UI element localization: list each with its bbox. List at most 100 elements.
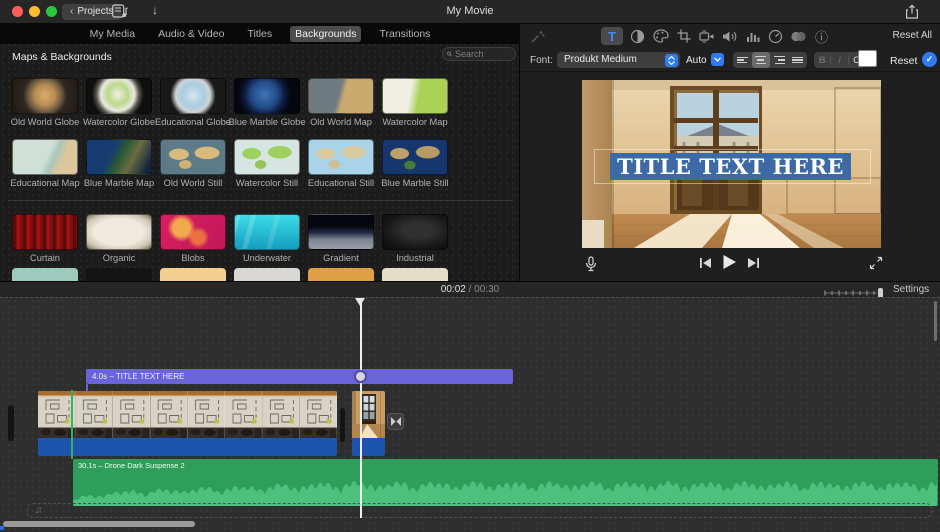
search-input[interactable]: [455, 49, 511, 59]
horizontal-scrollbar-thumb[interactable]: [3, 521, 195, 527]
search-field[interactable]: [442, 47, 516, 61]
title-settings-tab[interactable]: T: [601, 27, 623, 45]
thumb-old-world-map[interactable]: Old World Map: [308, 78, 374, 114]
tab-backgrounds[interactable]: Backgrounds: [290, 26, 361, 42]
title-clip-playhead-dot[interactable]: [356, 372, 365, 381]
vertical-scrollbar-thumb[interactable]: [934, 301, 937, 341]
info-icon[interactable]: ⓘ: [813, 28, 830, 45]
font-family-select[interactable]: Produkt Medium: [557, 52, 680, 68]
thumb-educational-map[interactable]: Educational Map: [12, 139, 78, 175]
video-clip-2-audio-bar[interactable]: [352, 438, 385, 456]
speed-icon[interactable]: [767, 28, 784, 45]
thumb-blue-marble-globe[interactable]: Blue Marble Globe: [234, 78, 300, 114]
background-music-well[interactable]: ♫: [27, 503, 932, 518]
stabilization-icon[interactable]: [698, 28, 715, 45]
thumb-watercolor-still[interactable]: Watercolor Still: [234, 139, 300, 175]
tab-titles[interactable]: Titles: [242, 26, 277, 42]
thumbnail-partial[interactable]: [86, 268, 152, 281]
thumb-blue-marble-map[interactable]: Blue Marble Map: [86, 139, 152, 175]
thumbnail-image[interactable]: [86, 78, 152, 114]
thumbnail-image[interactable]: [12, 139, 78, 175]
thumb-organic[interactable]: Organic: [86, 214, 152, 250]
playhead[interactable]: [360, 298, 362, 518]
tab-transitions[interactable]: Transitions: [374, 26, 435, 42]
thumb-gradient[interactable]: Gradient: [308, 214, 374, 250]
text-color-swatch[interactable]: [858, 50, 877, 67]
thumb-watercolor-globe[interactable]: Watercolor Globe: [86, 78, 152, 114]
thumbnail-image[interactable]: [382, 139, 448, 175]
clip-trim-handle[interactable]: [340, 408, 345, 442]
thumbnail-partial[interactable]: [234, 268, 300, 281]
equalizer-icon[interactable]: [744, 28, 761, 45]
thumbnail-image[interactable]: [160, 214, 226, 250]
video-clip-2-thumbnail[interactable]: [352, 391, 385, 438]
thumbnail-image[interactable]: [234, 78, 300, 114]
thumbnail-image[interactable]: [308, 214, 374, 250]
noise-reduction-icon[interactable]: [790, 28, 807, 45]
playback-bar: [521, 248, 940, 281]
clip-trim-handle[interactable]: [8, 405, 14, 441]
thumbnail-partial[interactable]: [382, 268, 448, 281]
color-palette-icon[interactable]: [652, 28, 669, 45]
crop-icon[interactable]: [675, 28, 692, 45]
tab-audio-video[interactable]: Audio & Video: [153, 26, 229, 42]
thumbnail-image[interactable]: [86, 214, 152, 250]
apply-checkmark-button[interactable]: ✓: [922, 52, 937, 67]
thumb-old-world-still[interactable]: Old World Still: [160, 139, 226, 175]
background-music-clip[interactable]: 30.1s – Drone Dark Suspense 2: [73, 459, 938, 506]
timeline-settings-button[interactable]: Settings: [893, 284, 929, 295]
play-icon[interactable]: [722, 254, 737, 275]
fullscreen-icon[interactable]: [869, 256, 883, 275]
thumbnail-image[interactable]: [382, 214, 448, 250]
volume-icon[interactable]: [721, 28, 738, 45]
thumbnail-partial[interactable]: [12, 268, 78, 281]
title-clip[interactable]: 4.0s – TITLE TEXT HERE: [86, 369, 513, 384]
thumbnail-image[interactable]: [308, 78, 374, 114]
thumb-old-world-globe[interactable]: Old World Globe: [12, 78, 78, 114]
skip-back-icon[interactable]: [699, 256, 712, 274]
thumb-blobs[interactable]: Blobs: [160, 214, 226, 250]
reset-button[interactable]: Reset: [890, 55, 917, 67]
font-size-dropdown[interactable]: [711, 53, 724, 66]
thumbnail-partial[interactable]: [160, 268, 226, 281]
italic-button[interactable]: I: [831, 55, 847, 66]
title-text-overlay[interactable]: TITLE TEXT HERE: [610, 153, 851, 180]
align-left-button[interactable]: [733, 52, 752, 68]
color-balance-icon[interactable]: [629, 28, 646, 45]
timeline[interactable]: 4.0s – TITLE TEXT HERE: [0, 297, 940, 532]
skip-forward-icon[interactable]: [747, 256, 760, 274]
thumb-curtain[interactable]: Curtain: [12, 214, 78, 250]
thumbnail-image[interactable]: [234, 214, 300, 250]
thumb-underwater[interactable]: Underwater: [234, 214, 300, 250]
voiceover-mic-icon[interactable]: [585, 256, 597, 278]
tab-my-media[interactable]: My Media: [85, 26, 141, 42]
video-clip-audio-bar[interactable]: [38, 438, 337, 456]
thumbnail-image[interactable]: [234, 139, 300, 175]
thumb-educational-globe[interactable]: Educational Globe: [160, 78, 226, 114]
thumbnail-image[interactable]: [382, 78, 448, 114]
bold-button[interactable]: B: [814, 55, 830, 66]
thumbnail-partial[interactable]: [308, 268, 374, 281]
enhance-wand-icon[interactable]: [529, 28, 546, 45]
align-justify-button[interactable]: [789, 52, 808, 68]
thumb-blue-marble-still[interactable]: Blue Marble Still: [382, 139, 448, 175]
playhead-handle[interactable]: [355, 298, 365, 306]
thumb-industrial[interactable]: Industrial: [382, 214, 448, 250]
video-clip-filmstrip[interactable]: [38, 391, 337, 438]
horizontal-scrollbar[interactable]: [0, 520, 940, 529]
preview-viewer[interactable]: TITLE TEXT HERE: [582, 80, 881, 248]
align-center-button[interactable]: [752, 52, 771, 68]
share-icon[interactable]: [905, 4, 919, 24]
align-right-button[interactable]: [770, 52, 789, 68]
font-stepper-icon[interactable]: [665, 54, 678, 67]
thumb-watercolor-map[interactable]: Watercolor Map: [382, 78, 448, 114]
reset-all-button[interactable]: Reset All: [893, 30, 932, 41]
thumbnail-image[interactable]: [86, 139, 152, 175]
thumbnail-image[interactable]: [12, 214, 78, 250]
thumbnail-image[interactable]: [12, 78, 78, 114]
thumbnail-image[interactable]: [160, 78, 226, 114]
thumbnail-image[interactable]: [160, 139, 226, 175]
thumbnail-image[interactable]: [308, 139, 374, 175]
thumb-educational-still[interactable]: Educational Still: [308, 139, 374, 175]
transition-icon[interactable]: [387, 413, 404, 430]
